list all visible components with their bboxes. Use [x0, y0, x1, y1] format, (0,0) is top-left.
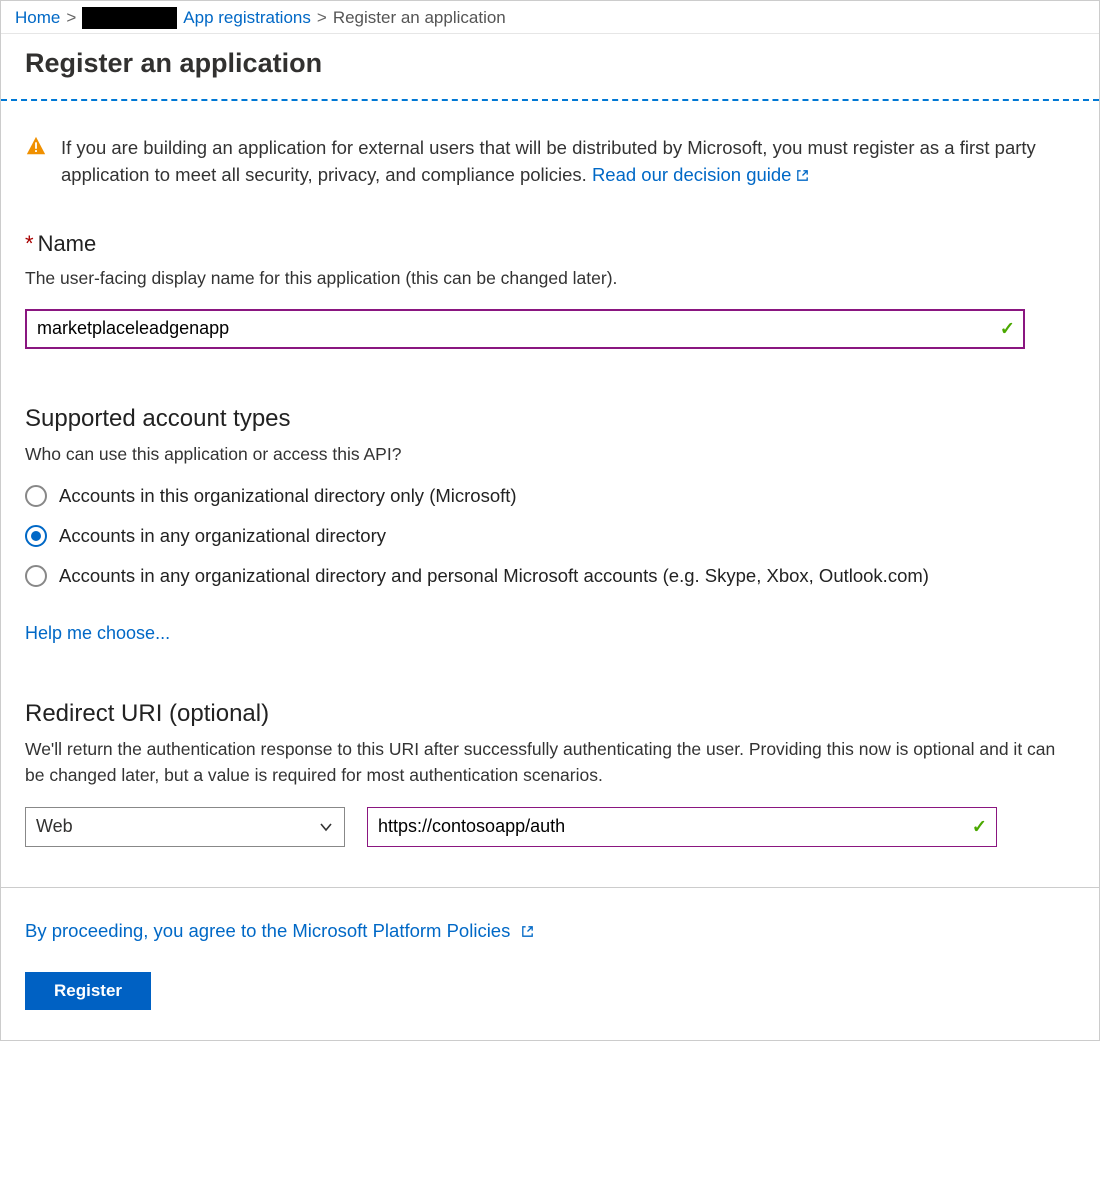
account-types-description: Who can use this application or access t… [25, 441, 1075, 467]
redirect-uri-heading: Redirect URI (optional) [25, 700, 1075, 728]
external-link-icon [795, 164, 810, 191]
breadcrumb-separator: > [317, 8, 327, 28]
account-types-heading: Supported account types [25, 405, 1075, 433]
account-types-radio-group: Accounts in this organizational director… [25, 485, 1075, 587]
redirect-type-value: Web [36, 816, 73, 837]
decision-guide-link[interactable]: Read our decision guide [592, 164, 811, 185]
radio-label: Accounts in this organizational director… [59, 485, 517, 507]
radio-icon [25, 525, 47, 547]
account-type-option[interactable]: Accounts in any organizational directory [25, 525, 1075, 547]
redirect-type-select[interactable]: Web [25, 807, 345, 847]
notice-text: If you are building an application for e… [61, 135, 1075, 191]
breadcrumb-separator: > [66, 8, 76, 28]
register-button[interactable]: Register [25, 972, 151, 1010]
redirect-uri-input[interactable] [367, 807, 997, 847]
app-name-input[interactable] [25, 309, 1025, 349]
account-type-option[interactable]: Accounts in this organizational director… [25, 485, 1075, 507]
account-type-option[interactable]: Accounts in any organizational directory… [25, 565, 1075, 587]
check-icon: ✓ [1000, 318, 1015, 339]
help-me-choose-link[interactable]: Help me choose... [25, 623, 170, 644]
breadcrumb-app-registrations[interactable]: App registrations [183, 8, 311, 28]
platform-policies-link[interactable]: By proceeding, you agree to the Microsof… [25, 920, 535, 941]
check-icon: ✓ [972, 816, 987, 837]
external-link-icon [520, 922, 535, 944]
page-title: Register an application [25, 48, 1075, 79]
breadcrumb: Home > App registrations > Register an a… [1, 1, 1099, 34]
first-party-notice: If you are building an application for e… [25, 135, 1075, 191]
redirect-uri-description: We'll return the authentication response… [25, 736, 1075, 789]
breadcrumb-redacted [82, 7, 177, 29]
warning-icon [25, 135, 47, 157]
radio-label: Accounts in any organizational directory [59, 525, 386, 547]
required-indicator: * [25, 231, 34, 256]
breadcrumb-current: Register an application [333, 8, 506, 28]
radio-label: Accounts in any organizational directory… [59, 565, 929, 587]
name-description: The user-facing display name for this ap… [25, 265, 1075, 291]
chevron-down-icon [318, 819, 334, 835]
radio-icon [25, 485, 47, 507]
name-label: *Name [25, 231, 1075, 257]
radio-icon [25, 565, 47, 587]
breadcrumb-home[interactable]: Home [15, 8, 60, 28]
